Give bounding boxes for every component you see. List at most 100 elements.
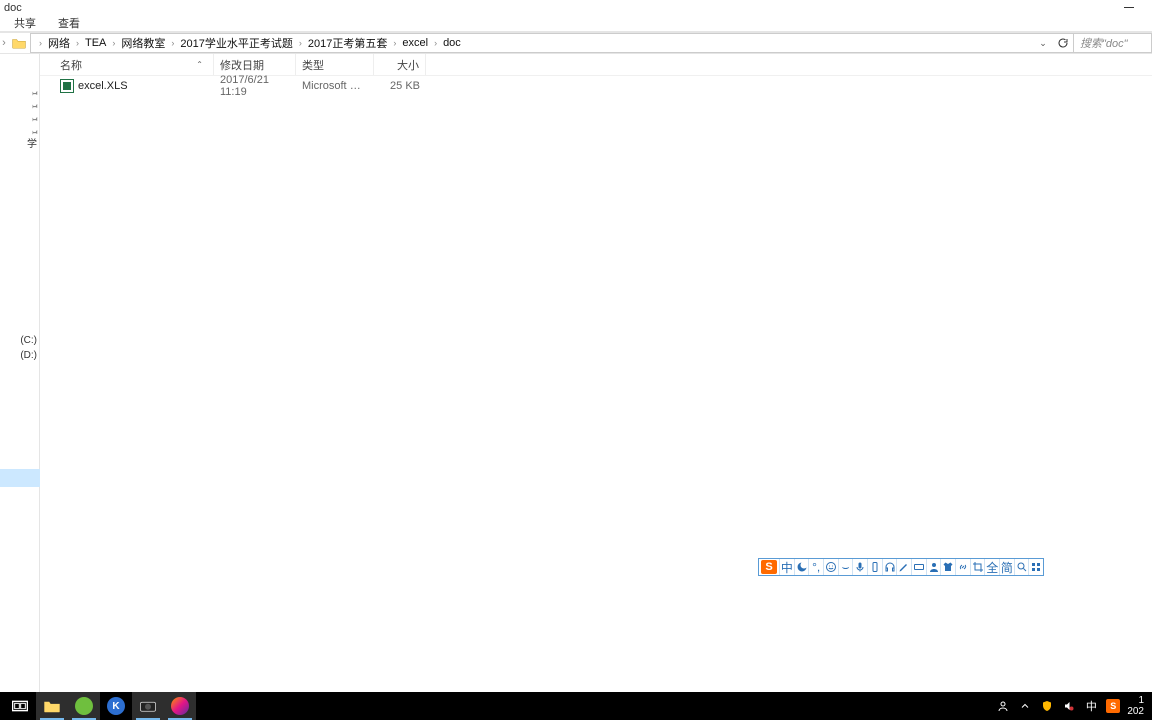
pin-icon[interactable] xyxy=(29,124,39,134)
minimize-button[interactable] xyxy=(1112,0,1146,15)
tray-chevron-up-icon[interactable] xyxy=(1017,698,1033,714)
nav-sidebar: 学 (C:) (D:) xyxy=(0,54,40,693)
ime-simplified-button[interactable]: 简 xyxy=(999,559,1014,575)
ime-headphone-icon[interactable] xyxy=(882,559,897,575)
ime-grid-icon[interactable] xyxy=(1028,559,1043,575)
ime-toolbar[interactable]: S 中 °, ⌣ 全 简 xyxy=(758,558,1044,576)
ime-moon-icon[interactable] xyxy=(794,559,809,575)
column-size-label: 大小 xyxy=(397,57,419,73)
ribbon-tabs: 共享 查看 xyxy=(0,15,1152,31)
column-name[interactable]: 名称 ⌃ xyxy=(54,54,214,75)
crumb-set5[interactable]: 2017正考第五套 xyxy=(308,35,387,51)
chevron-right-icon: › xyxy=(39,38,42,48)
k-app-icon: K xyxy=(107,697,125,715)
file-list-area: 名称 ⌃ 修改日期 类型 大小 excel.XLS 2017/6/21 11:1… xyxy=(40,54,1152,693)
pin-icon[interactable] xyxy=(29,98,39,108)
crumb-exam2017[interactable]: 2017学业水平正考试题 xyxy=(180,35,292,51)
sidebar-drive-d[interactable]: (D:) xyxy=(0,350,39,361)
sidebar-selection-highlight xyxy=(0,469,40,487)
refresh-button[interactable] xyxy=(1052,33,1074,53)
taskview-icon xyxy=(12,699,28,713)
crumb-network[interactable]: 网络 xyxy=(48,35,70,51)
clock-time: 1 xyxy=(1127,695,1144,706)
tab-view[interactable]: 查看 xyxy=(58,15,80,31)
crumb-classroom[interactable]: 网络教室 xyxy=(121,35,165,51)
tab-share[interactable]: 共享 xyxy=(14,15,36,31)
column-date-label: 修改日期 xyxy=(220,57,264,73)
sogou-s-icon: S xyxy=(1106,699,1120,713)
chevron-right-icon: › xyxy=(393,38,396,48)
green-circle-icon xyxy=(75,697,93,715)
ime-pen-icon[interactable] xyxy=(896,559,911,575)
chevron-right-icon: › xyxy=(171,38,174,48)
taskbar-firefox[interactable] xyxy=(164,692,196,720)
refresh-icon xyxy=(1057,37,1069,49)
column-type-label: 类型 xyxy=(302,57,324,73)
ime-person-icon[interactable] xyxy=(926,559,941,575)
window-title: doc xyxy=(4,2,22,14)
ime-full-button[interactable]: 全 xyxy=(984,559,999,575)
nav-back-chevron[interactable]: › xyxy=(0,37,8,49)
address-dropdown[interactable]: ⌄ xyxy=(1034,33,1052,53)
ime-link-icon[interactable] xyxy=(955,559,970,575)
ime-phone-icon[interactable] xyxy=(867,559,882,575)
taskbar-app-green[interactable] xyxy=(68,692,100,720)
folder-icon xyxy=(10,35,28,51)
ime-crop-icon[interactable] xyxy=(970,559,985,575)
sidebar-drive-c[interactable]: (C:) xyxy=(0,335,39,346)
address-bar: › › 网络 › TEA › 网络教室 › 2017学业水平正考试题 › 201… xyxy=(0,32,1152,54)
breadcrumb[interactable]: › 网络 › TEA › 网络教室 › 2017学业水平正考试题 › 2017正… xyxy=(30,33,1034,53)
firefox-icon xyxy=(171,697,189,715)
crumb-tea[interactable]: TEA xyxy=(85,37,106,49)
ime-keyboard-icon[interactable] xyxy=(911,559,926,575)
ime-smile-icon[interactable] xyxy=(823,559,838,575)
column-size[interactable]: 大小 xyxy=(374,54,426,75)
main-area: 学 (C:) (D:) 名称 ⌃ 修改日期 类型 大小 excel.XLS 20… xyxy=(0,54,1152,693)
ime-zh-button[interactable]: 中 xyxy=(779,559,794,575)
tray-people-icon[interactable] xyxy=(995,698,1011,714)
chevron-right-icon: › xyxy=(76,38,79,48)
ime-comma-icon[interactable]: ⌣ xyxy=(838,559,853,575)
column-type[interactable]: 类型 xyxy=(296,54,374,75)
taskbar-clock[interactable]: 1 202 xyxy=(1127,695,1144,717)
tray-ime-zh[interactable]: 中 xyxy=(1083,698,1099,714)
clock-date: 202 xyxy=(1127,706,1144,717)
search-input[interactable]: 搜索"doc" xyxy=(1074,33,1152,53)
file-size-cell: 25 KB xyxy=(374,80,426,92)
tray-volume-icon[interactable] xyxy=(1061,698,1077,714)
taskbar-explorer[interactable] xyxy=(36,692,68,720)
tray-sogou-icon[interactable]: S xyxy=(1105,698,1121,714)
column-name-label: 名称 xyxy=(60,57,82,73)
ime-mic-icon[interactable] xyxy=(852,559,867,575)
ime-search-icon[interactable] xyxy=(1014,559,1029,575)
file-type-cell: Microsoft Excel ... xyxy=(296,80,374,92)
taskbar-app-cam[interactable] xyxy=(132,692,164,720)
folder-icon xyxy=(43,699,61,713)
crumb-doc[interactable]: doc xyxy=(443,37,461,49)
pin-icon[interactable] xyxy=(29,85,39,95)
file-row[interactable]: excel.XLS 2017/6/21 11:19 Microsoft Exce… xyxy=(40,76,1152,96)
file-name-cell: excel.XLS xyxy=(54,79,214,93)
ime-logo-letter: S xyxy=(761,560,777,574)
crumb-excel[interactable]: excel xyxy=(402,37,428,49)
pin-icon[interactable] xyxy=(29,111,39,121)
sort-indicator-icon: ⌃ xyxy=(196,60,203,69)
taskbar-app-k[interactable]: K xyxy=(100,692,132,720)
ime-shirt-icon[interactable] xyxy=(940,559,955,575)
file-date-cell: 2017/6/21 11:19 xyxy=(214,74,296,98)
sidebar-group-label[interactable]: 学 xyxy=(0,138,39,151)
taskbar: K 中 S 1 202 xyxy=(0,692,1152,720)
taskview-button[interactable] xyxy=(4,692,36,720)
tray-zh-label: 中 xyxy=(1086,698,1097,714)
chevron-right-icon: › xyxy=(112,38,115,48)
column-date[interactable]: 修改日期 xyxy=(214,54,296,75)
file-name-label: excel.XLS xyxy=(78,80,128,92)
column-headers: 名称 ⌃ 修改日期 类型 大小 xyxy=(40,54,1152,76)
titlebar: doc xyxy=(0,0,1152,15)
ime-logo-icon[interactable]: S xyxy=(759,559,779,575)
camera-icon xyxy=(139,699,157,713)
ime-punct-icon[interactable]: °, xyxy=(808,559,823,575)
excel-file-icon xyxy=(60,79,74,93)
search-placeholder: 搜索"doc" xyxy=(1080,35,1128,51)
tray-shield-icon[interactable] xyxy=(1039,698,1055,714)
